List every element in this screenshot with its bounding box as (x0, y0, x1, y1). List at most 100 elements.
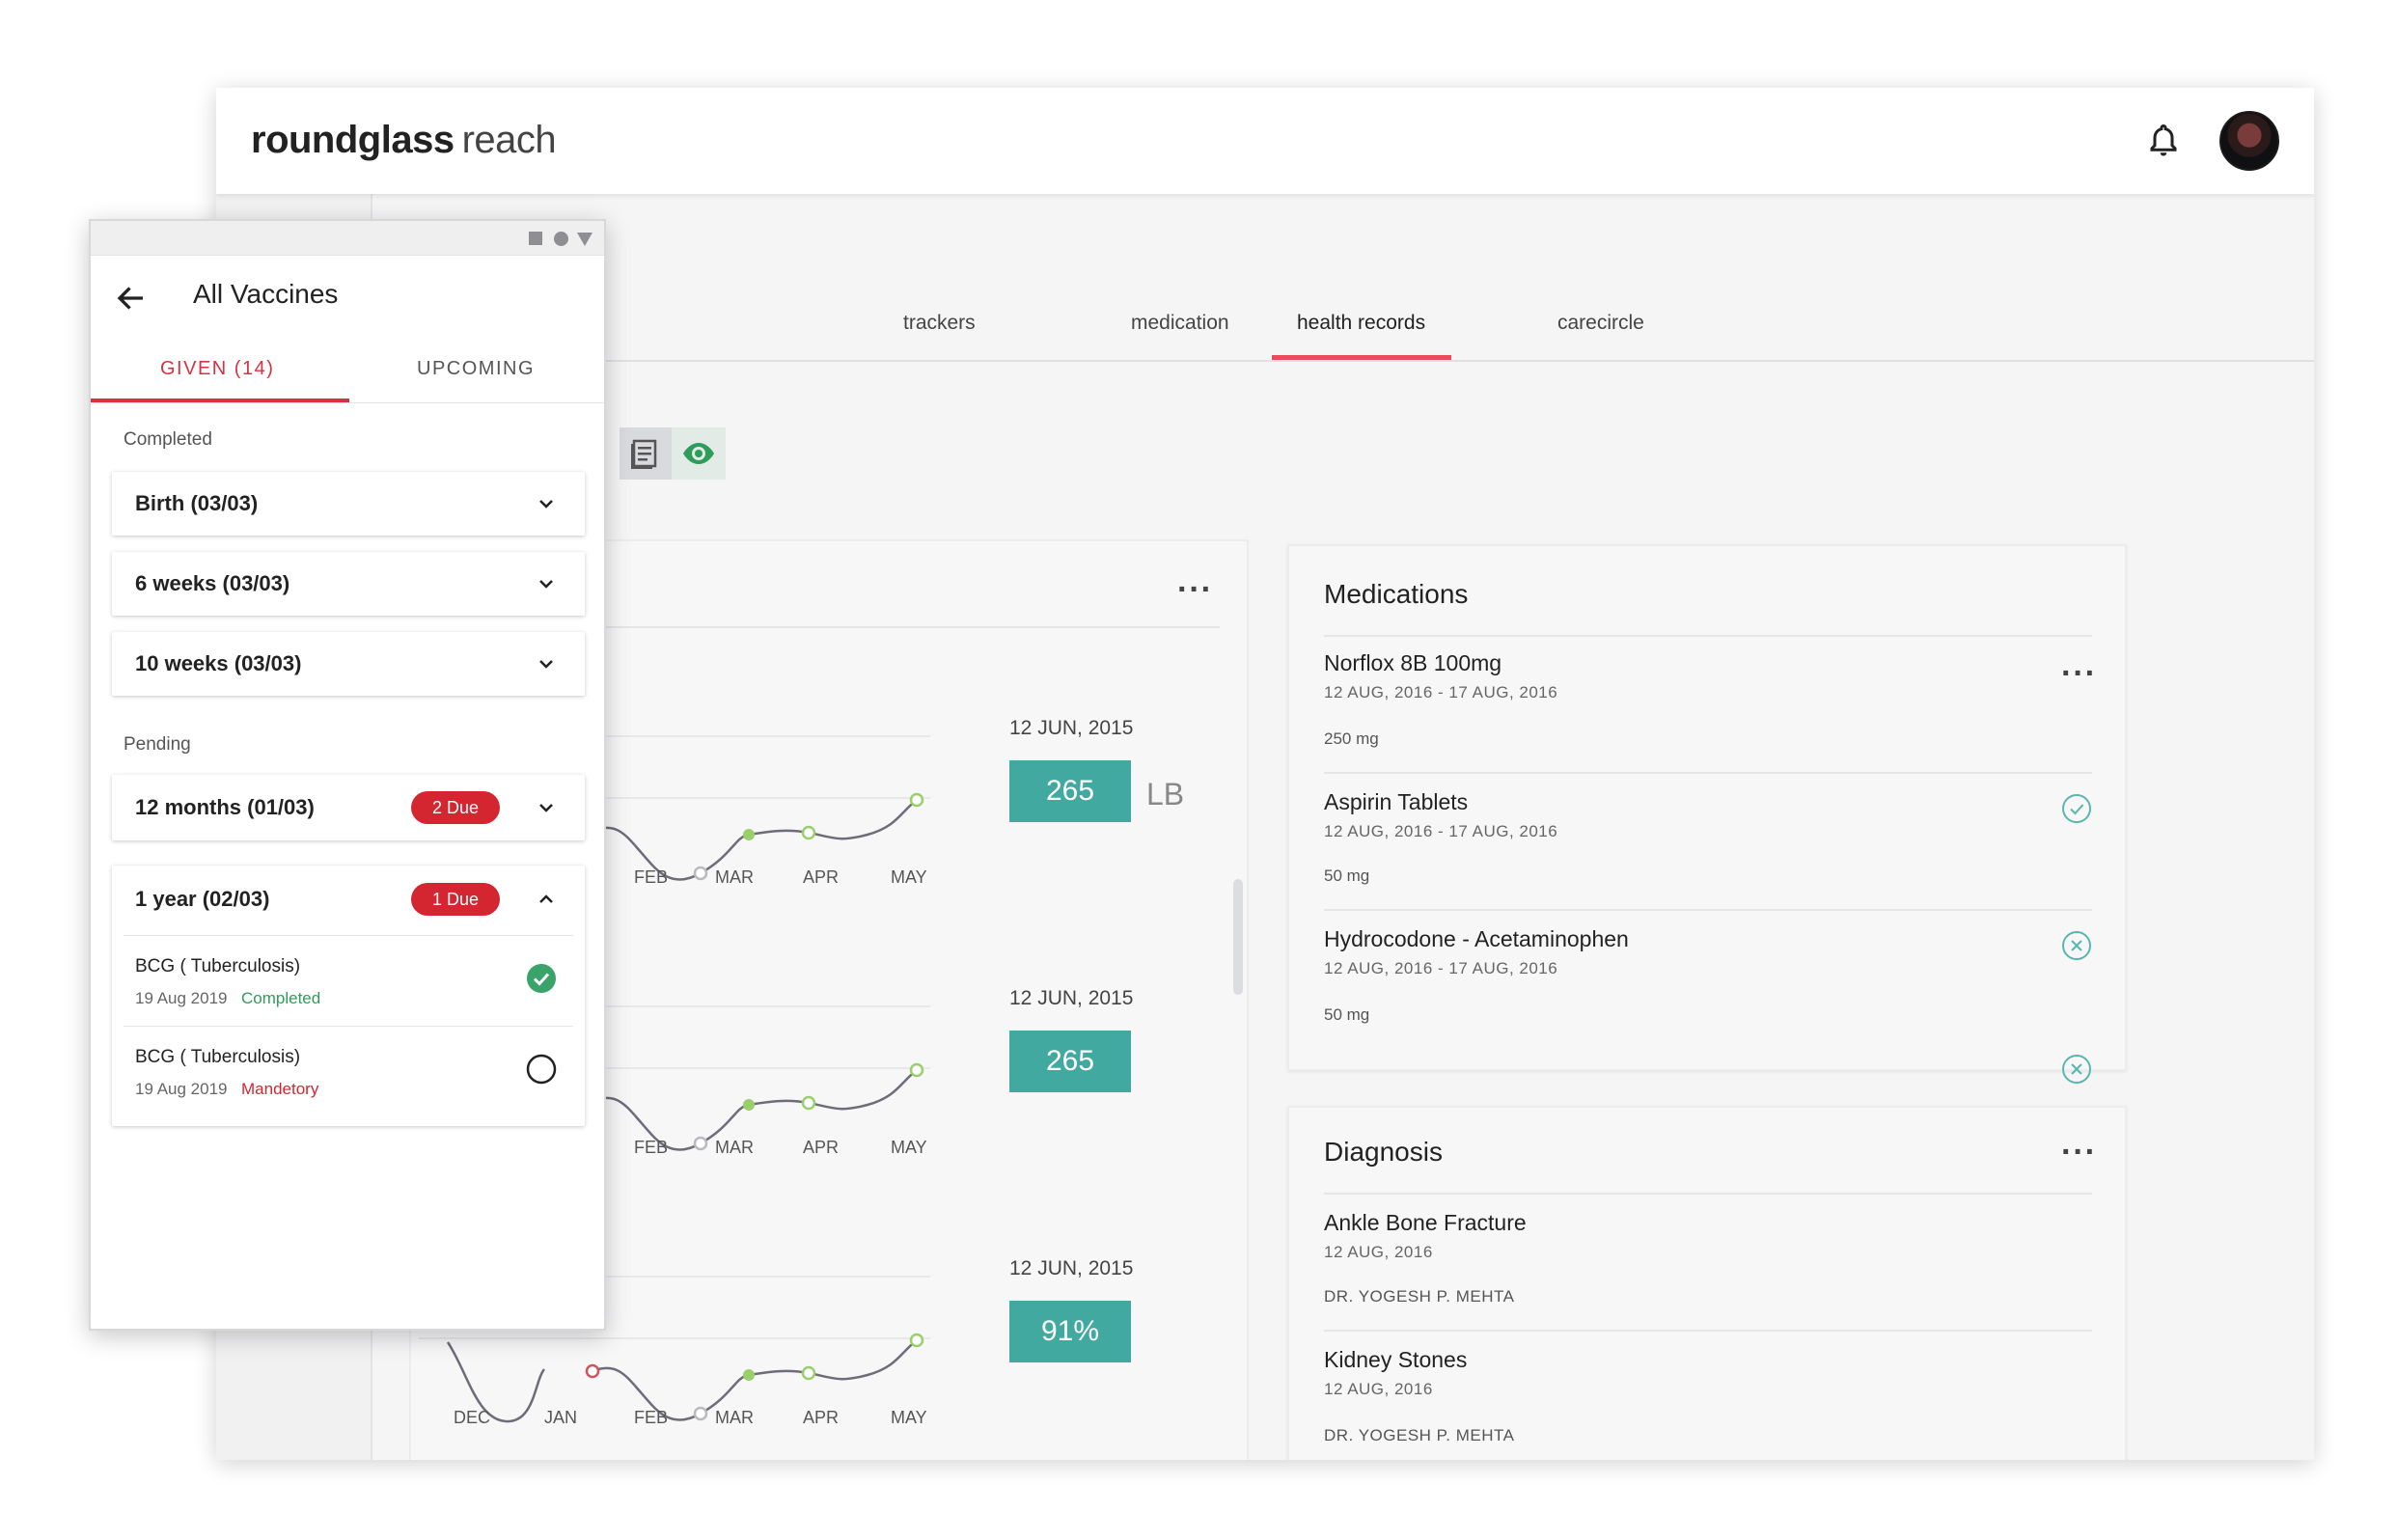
app-logo[interactable]: roundglass reach (251, 119, 557, 162)
logo-regular-text: reach (461, 119, 557, 161)
month-label: JAN (544, 1408, 578, 1427)
vaccine-name: BCG ( Tuberculosis) (135, 1047, 301, 1067)
diagnosis-name[interactable]: Ankle Bone Fracture (1324, 1210, 1527, 1236)
month-label: MAY (891, 1408, 927, 1427)
vaccine-status: Completed (241, 989, 321, 1007)
month-label: MAR (715, 1408, 754, 1427)
month-label: DEC (454, 1408, 491, 1427)
tracker-date: 12 JUN, 2015 (1009, 987, 1134, 1009)
status-circle-icon (554, 232, 568, 246)
vaccine-date: 19 Aug 2019 (135, 1080, 228, 1098)
status-triangle-icon (577, 233, 592, 246)
tracker-value[interactable]: 265 (1009, 1031, 1131, 1092)
more-options-icon[interactable]: ··· (2061, 657, 2097, 690)
vaccine-group-10-weeks[interactable]: 10 weeks (03/03) (112, 632, 585, 696)
diagnosis-doctor: DR. YOGESH P. MEHTA (1324, 1426, 1515, 1444)
month-label: FEB (634, 867, 669, 887)
more-options-icon[interactable]: ··· (1177, 573, 1213, 606)
trackers-scrollbar[interactable] (1233, 879, 1243, 995)
divider (124, 935, 573, 936)
vaccine-date: 19 Aug 2019 (135, 989, 228, 1007)
tab-upcoming[interactable]: UPCOMING (417, 358, 535, 380)
document-list-icon (631, 439, 657, 469)
preview-button[interactable] (672, 427, 726, 480)
tab-divider (91, 402, 604, 403)
divider (1324, 772, 2092, 774)
divider (1324, 909, 2092, 911)
user-avatar[interactable] (2219, 111, 2279, 171)
chevron-down-icon (539, 580, 553, 589)
medications-card: Medications Norflox 8B 100mg 12 AUG, 201… (1287, 544, 2127, 1084)
top-bar: roundglass reach (216, 88, 2314, 194)
medication-dates: 12 AUG, 2016 - 17 AUG, 2016 (1324, 683, 1558, 701)
list-view-button[interactable] (620, 427, 672, 480)
vaccine-group-12-months[interactable]: 12 months (01/03) 2 Due (112, 775, 585, 840)
chevron-down-icon (539, 804, 553, 812)
status-square-icon (529, 232, 542, 245)
status-bar (91, 221, 604, 256)
month-label: APR (803, 867, 840, 887)
due-badge: 2 Due (411, 791, 500, 824)
diagnosis-date: 12 AUG, 2016 (1324, 1243, 1433, 1261)
vaccine-group-label: 12 months (01/03) (135, 795, 315, 819)
diagnosis-title: Diagnosis (1324, 1137, 1443, 1167)
view-toggle (620, 427, 726, 480)
tab-carecircle[interactable]: carecircle (1557, 312, 1644, 335)
diagnosis-name[interactable]: Kidney Stones (1324, 1347, 1467, 1373)
medications-title: Medications (1324, 579, 1469, 609)
vaccine-group-6-weeks[interactable]: 6 weeks (03/03) (112, 552, 585, 616)
medication-name[interactable]: Hydrocodone - Acetaminophen (1324, 926, 1629, 952)
tracker-value[interactable]: 265 (1009, 760, 1131, 822)
month-label: MAR (715, 1138, 754, 1157)
tab-medication[interactable]: medication (1131, 312, 1229, 335)
logo-bold-text: roundglass (251, 119, 455, 161)
month-label: FEB (634, 1408, 669, 1427)
month-label: FEB (634, 1138, 669, 1157)
bell-icon[interactable] (2146, 123, 2181, 161)
check-circle-filled-icon[interactable] (525, 962, 558, 995)
vaccine-group-label: 10 weeks (03/03) (135, 651, 302, 675)
tracker-date: 12 JUN, 2015 (1009, 717, 1134, 739)
diagnosis-date: 12 AUG, 2016 (1324, 1380, 1433, 1398)
diagnosis-doctor: DR. YOGESH P. MEHTA (1324, 1287, 1515, 1306)
chevron-down-icon (539, 660, 553, 669)
month-label: MAY (891, 1138, 927, 1157)
tab-given[interactable]: GIVEN (14) (160, 358, 274, 380)
close-circle-icon[interactable] (2061, 1054, 2092, 1085)
divider (1324, 1193, 2092, 1195)
active-tab-indicator (1272, 355, 1451, 360)
pending-section-label: Pending (124, 734, 191, 755)
vaccine-group-label: 6 weeks (03/03) (135, 571, 290, 595)
eye-icon (683, 443, 714, 464)
chevron-up-icon (539, 894, 553, 903)
month-label: MAR (715, 867, 754, 887)
medication-name[interactable]: Norflox 8B 100mg (1324, 650, 1502, 676)
tracker-date: 12 JUN, 2015 (1009, 1257, 1134, 1279)
month-label: APR (803, 1408, 840, 1427)
page-title: All Vaccines (193, 279, 339, 309)
vaccine-name: BCG ( Tuberculosis) (135, 956, 301, 976)
empty-circle-icon[interactable] (525, 1053, 558, 1086)
vaccine-group-birth[interactable]: Birth (03/03) (112, 472, 585, 536)
divider (1324, 635, 2092, 637)
vaccine-group-label: Birth (03/03) (135, 491, 259, 515)
tab-health-records[interactable]: health records (1297, 312, 1425, 335)
medication-dates: 12 AUG, 2016 - 17 AUG, 2016 (1324, 822, 1558, 840)
back-arrow-icon[interactable] (114, 281, 149, 316)
diagnosis-card: Diagnosis ··· Ankle Bone Fracture 12 AUG… (1287, 1106, 2127, 1460)
check-circle-icon[interactable] (2061, 793, 2092, 824)
medication-dose: 250 mg (1324, 729, 1379, 748)
more-options-icon[interactable]: ··· (2061, 1136, 2097, 1169)
medication-dose: 50 mg (1324, 1005, 1370, 1024)
tracker-value[interactable]: 91% (1009, 1301, 1131, 1362)
completed-section-label: Completed (124, 429, 212, 450)
vaccine-group-label: 1 year (02/03) (135, 887, 270, 911)
medication-name[interactable]: Aspirin Tablets (1324, 789, 1468, 815)
vaccine-group-1-year[interactable]: 1 year (02/03) 1 Due BCG ( Tuberculosis)… (112, 866, 585, 1126)
tab-trackers[interactable]: trackers (903, 312, 976, 335)
medication-dose: 50 mg (1324, 866, 1370, 885)
chevron-down-icon (539, 500, 553, 509)
close-circle-icon[interactable] (2061, 930, 2092, 961)
medication-dates: 12 AUG, 2016 - 17 AUG, 2016 (1324, 959, 1558, 977)
due-badge: 1 Due (411, 883, 500, 916)
